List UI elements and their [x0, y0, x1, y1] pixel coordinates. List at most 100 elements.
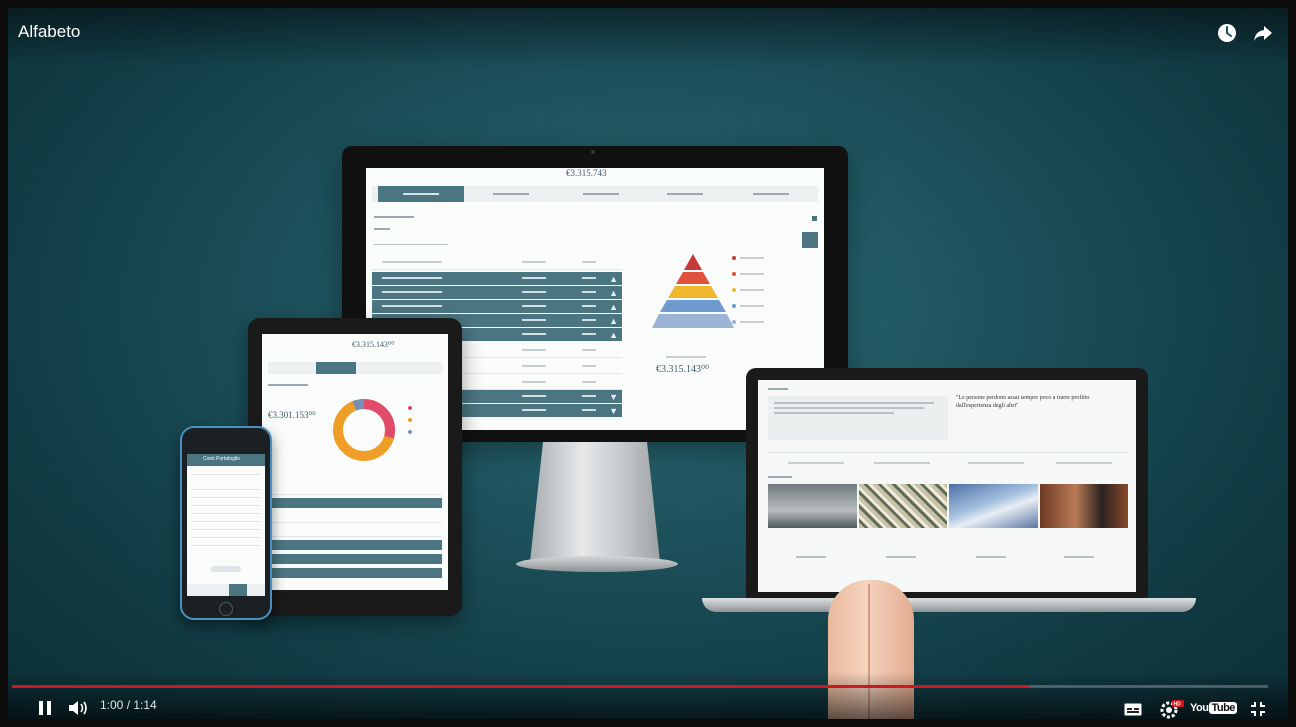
monitor-total-amount: €3.315.143⁰⁰	[656, 364, 710, 375]
youtube-logo-text: You Tube	[1190, 702, 1237, 714]
phone-table	[191, 482, 261, 550]
laptop-caption	[886, 556, 916, 558]
smartphone: Conti Portafoglio	[180, 426, 272, 620]
video-title[interactable]: Alfabeto	[18, 22, 80, 42]
phone-app-bar: Conti Portafoglio	[187, 454, 265, 466]
monitor-camera	[591, 150, 595, 154]
monitor-tab	[642, 186, 728, 202]
player-controls	[8, 672, 1288, 719]
chevron-down-icon: ▼	[609, 392, 618, 402]
legend-text	[740, 257, 764, 259]
volume-icon[interactable]	[68, 699, 90, 717]
exit-fullscreen-icon[interactable]	[1250, 701, 1266, 717]
monitor-base	[516, 556, 678, 572]
news-image	[1039, 484, 1128, 528]
divider	[191, 474, 261, 475]
table-row: ▲	[372, 272, 622, 285]
print-icon	[812, 216, 817, 221]
tablet-section-label	[268, 384, 308, 386]
divider	[768, 452, 1128, 453]
monitor-tab	[558, 186, 644, 202]
progress-bar[interactable]	[12, 685, 1268, 688]
phone-screen: Conti Portafoglio	[187, 454, 265, 596]
laptop-screen: "Le persone perdono assai sempre poco a …	[758, 380, 1136, 592]
table-header-row	[372, 256, 622, 270]
chevron-up-icon: ▲	[609, 274, 618, 284]
news-image	[949, 484, 1038, 528]
laptop-caption	[1064, 556, 1094, 558]
settings-icon[interactable]: HD	[1160, 699, 1184, 719]
laptop-link	[874, 462, 930, 464]
monitor-tabbar	[372, 186, 818, 202]
chevron-up-icon: ▲	[609, 288, 618, 298]
monitor-section-label	[374, 216, 414, 218]
top-bar: Alfabeto	[8, 8, 1288, 68]
table-row	[268, 540, 442, 550]
phone-toggle	[211, 566, 241, 572]
monitor-filter-select	[374, 234, 448, 245]
legend-text	[740, 305, 764, 307]
monitor-stand	[530, 442, 660, 562]
allocation-donut-chart	[333, 399, 395, 461]
tablet-tabbar	[268, 362, 442, 374]
laptop-link	[788, 462, 844, 464]
youtube-logo-tube: Tube	[1209, 702, 1237, 714]
legend-dot	[732, 320, 736, 324]
phone-app-title: Conti Portafoglio	[203, 456, 240, 462]
monitor-tab	[468, 186, 554, 202]
laptop-section-label	[768, 476, 792, 478]
svg-text:HD: HD	[1174, 702, 1182, 708]
laptop-caption	[796, 556, 826, 558]
tablet: €3.315.143⁰⁰ €3.301.153⁰⁰	[248, 318, 462, 616]
pause-icon[interactable]	[38, 700, 52, 716]
legend-text	[740, 321, 764, 323]
laptop-hero	[768, 396, 948, 440]
time-display: 1:00 / 1:14	[100, 698, 157, 712]
table-row: ▲	[372, 286, 622, 299]
monitor-tab	[728, 186, 814, 202]
monitor-filter-label	[374, 228, 390, 230]
tablet-heading-amount: €3.315.143⁰⁰	[352, 340, 395, 349]
table-row	[268, 554, 442, 564]
tablet-total-amount: €3.301.153⁰⁰	[268, 410, 316, 420]
news-image	[768, 484, 857, 528]
laptop-logo	[768, 388, 788, 390]
table-row	[268, 568, 442, 578]
news-image-strip	[768, 484, 1128, 528]
laptop-link	[1056, 462, 1112, 464]
legend-dot	[408, 430, 412, 434]
monitor-total-label	[666, 356, 706, 358]
legend-dot	[732, 256, 736, 260]
phone-tabbar	[187, 584, 265, 596]
chevron-down-icon: ▼	[609, 406, 618, 416]
table-row	[268, 512, 442, 523]
table-row	[268, 526, 442, 537]
news-image	[858, 484, 947, 528]
youtube-logo[interactable]: You Tube	[1190, 700, 1237, 716]
video-player[interactable]: €3.315.743 ▲ ▲ ▲ ▲ ▲ ▼ ▼ €3.315.143⁰⁰ "L…	[8, 8, 1288, 719]
subtitles-icon[interactable]	[1124, 703, 1142, 716]
phone-tab-active	[229, 584, 247, 596]
phone-home-button	[219, 602, 233, 616]
current-time: 1:00	[100, 698, 124, 712]
clock-icon[interactable]	[1216, 22, 1238, 44]
laptop-quote: "Le persone perdono assai sempre poco a …	[956, 395, 1090, 409]
duration: 1:14	[133, 698, 157, 712]
laptop-link	[968, 462, 1024, 464]
progress-played	[12, 685, 1030, 688]
table-row: ▲	[372, 300, 622, 313]
time-separator: /	[123, 698, 134, 712]
chevron-up-icon: ▲	[609, 302, 618, 312]
share-icon[interactable]	[1252, 22, 1274, 44]
table-header-row	[268, 484, 442, 495]
laptop-base	[702, 598, 1196, 612]
legend-dot	[732, 304, 736, 308]
laptop-caption	[976, 556, 1006, 558]
legend-text	[740, 289, 764, 291]
legend-dot	[408, 406, 412, 410]
risk-pyramid-chart	[652, 254, 734, 328]
tablet-tab-active	[316, 362, 356, 374]
monitor-tab	[378, 186, 464, 202]
legend-dot	[408, 418, 412, 422]
monitor-side-widget	[802, 232, 818, 248]
